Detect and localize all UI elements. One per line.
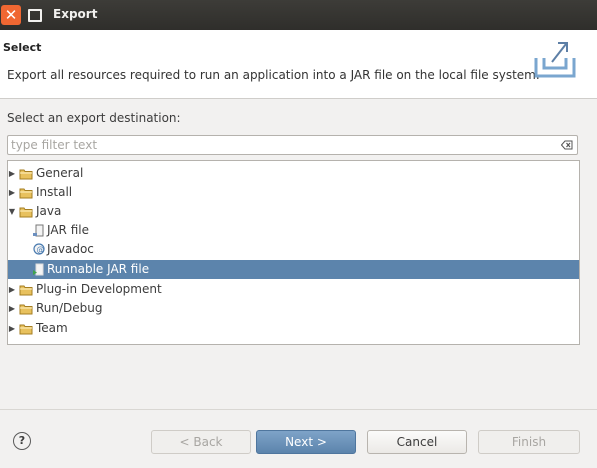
- filter-box[interactable]: [7, 135, 578, 155]
- title-bar: ✕ Export: [0, 0, 597, 30]
- tree-item-label: General: [36, 166, 84, 180]
- tree-item-label: Javadoc: [47, 242, 94, 256]
- tree-item-label: Java: [36, 204, 62, 218]
- cancel-button[interactable]: Cancel: [367, 430, 467, 454]
- tree-item-general[interactable]: ▶ General: [8, 164, 579, 183]
- tree-item-jar-file[interactable]: JAR file: [8, 221, 579, 240]
- tree-item-javadoc[interactable]: @ Javadoc: [8, 240, 579, 259]
- page-title: Select: [3, 41, 42, 54]
- next-button[interactable]: Next >: [256, 430, 356, 454]
- tree-item-label: Run/Debug: [36, 301, 103, 315]
- tree-item-run-debug[interactable]: ▶ Run/Debug: [8, 299, 579, 318]
- destination-label: Select an export destination:: [7, 111, 181, 125]
- runnable-jar-icon: [33, 263, 44, 276]
- tree-item-label: Runnable JAR file: [47, 262, 150, 276]
- folder-icon: [19, 169, 33, 180]
- clear-filter-icon[interactable]: [561, 140, 573, 150]
- collapse-arrow-icon[interactable]: ▼: [8, 202, 16, 221]
- page-description: Export all resources required to run an …: [7, 68, 540, 82]
- folder-icon: [19, 324, 33, 335]
- export-wizard-icon: [534, 42, 576, 78]
- wizard-header: Select Export all resources required to …: [0, 30, 597, 98]
- tree-item-label: Install: [36, 185, 73, 199]
- tree-item-label: JAR file: [47, 223, 89, 237]
- close-button[interactable]: ✕: [1, 5, 21, 25]
- export-destination-tree[interactable]: ▶ General ▶ Install ▼ Java JAR file @ Ja…: [7, 160, 580, 345]
- jar-file-icon: [33, 224, 44, 237]
- tree-item-runnable-jar-file[interactable]: Runnable JAR file: [8, 260, 579, 279]
- window-title: Export: [53, 7, 98, 21]
- tree-item-label: Team: [36, 321, 68, 335]
- expand-arrow-icon[interactable]: ▶: [8, 183, 16, 202]
- finish-button[interactable]: Finish: [478, 430, 580, 454]
- tree-item-plugin-development[interactable]: ▶ Plug-in Development: [8, 280, 579, 299]
- expand-arrow-icon[interactable]: ▶: [8, 299, 16, 318]
- folder-icon: [19, 304, 33, 315]
- tree-item-label: Plug-in Development: [36, 282, 162, 296]
- tree-item-install[interactable]: ▶ Install: [8, 183, 579, 202]
- tree-item-java[interactable]: ▼ Java: [8, 202, 579, 221]
- folder-open-icon: [19, 207, 33, 218]
- tree-item-team[interactable]: ▶ Team: [8, 319, 579, 338]
- expand-arrow-icon[interactable]: ▶: [8, 319, 16, 338]
- button-bar-separator: [0, 409, 597, 410]
- javadoc-icon: @: [33, 243, 45, 255]
- folder-icon: [19, 285, 33, 296]
- expand-arrow-icon[interactable]: ▶: [8, 280, 16, 299]
- maximize-button[interactable]: [28, 9, 42, 22]
- folder-icon: [19, 188, 33, 199]
- back-button[interactable]: < Back: [151, 430, 251, 454]
- header-separator: [0, 98, 597, 99]
- help-icon[interactable]: ?: [13, 432, 31, 450]
- filter-input[interactable]: [11, 137, 551, 153]
- svg-text:@: @: [37, 245, 45, 254]
- expand-arrow-icon[interactable]: ▶: [8, 164, 16, 183]
